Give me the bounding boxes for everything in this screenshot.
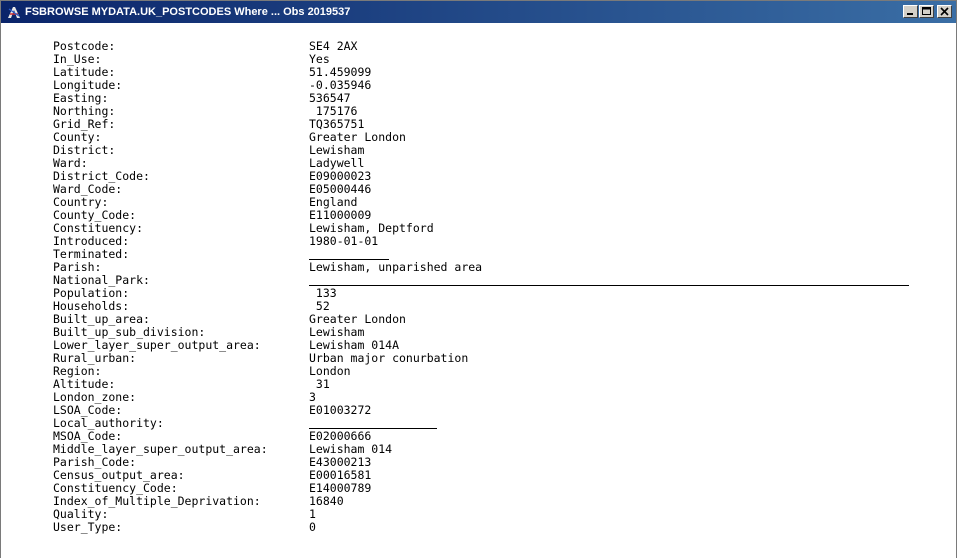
maximize-icon [922,7,931,15]
fsbrowse-window: FSBROWSE MYDATA.UK_POSTCODES Where ... O… [0,0,957,559]
field-value[interactable]: 1980-01-01 [309,235,378,248]
minimize-icon [907,13,913,15]
close-icon [940,7,949,16]
sas-app-icon[interactable] [7,5,21,19]
maximize-button[interactable] [919,5,934,18]
close-button[interactable] [937,5,952,18]
field-value[interactable]: Lewisham, unparished area [309,261,482,274]
window-controls [903,5,952,18]
minimize-button[interactable] [903,5,918,18]
field-value[interactable]: 0 [309,521,316,534]
title-bar[interactable]: FSBROWSE MYDATA.UK_POSTCODES Where ... O… [1,1,956,23]
field-value-blank[interactable] [309,285,909,286]
window-title: FSBROWSE MYDATA.UK_POSTCODES Where ... O… [25,6,351,18]
record-display-area: Postcode: SE4 2AX In_Use: Yes Latitude: 51.45… [1,23,956,559]
field-label: User_Type: [53,520,123,534]
field-value[interactable]: E01003272 [309,404,371,417]
